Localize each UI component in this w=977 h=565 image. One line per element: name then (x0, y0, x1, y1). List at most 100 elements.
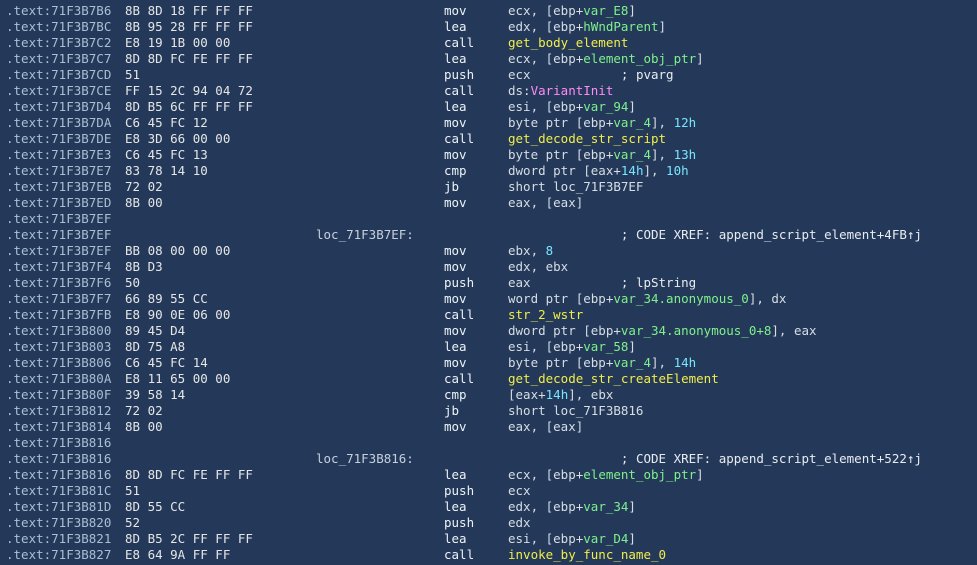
row-address[interactable]: .text:71F3B7CD (6, 67, 111, 83)
listing-row[interactable]: .text:71F3B7BC 8B 95 28 FF FF FF lea edx, [… (0, 19, 977, 35)
row-address[interactable]: .text:71F3B7EB (6, 179, 111, 195)
row-address[interactable]: .text:71F3B7E7 (6, 163, 111, 179)
listing-row[interactable]: .text:71F3B7F4 8B D3 mov edx, ebx (0, 259, 977, 275)
operand-text: [eax+ (508, 387, 546, 402)
local-variable[interactable]: var_E8 (583, 3, 628, 18)
row-address[interactable]: .text:71F3B7DA (6, 115, 111, 131)
row-address[interactable]: .text:71F3B81C (6, 483, 111, 499)
listing-row[interactable]: .text:71F3B7FB E8 90 0E 06 00 call str_2_ws… (0, 307, 977, 323)
row-address[interactable]: .text:71F3B816 (6, 467, 111, 483)
local-variable[interactable]: var_58 (583, 339, 628, 354)
listing-row[interactable]: .text:71F3B7CE FF 15 2C 94 04 72 call ds:Va… (0, 83, 977, 99)
row-address[interactable]: .text:71F3B7C7 (6, 51, 111, 67)
listing-row[interactable]: .text:71F3B806 C6 45 FC 14 mov byte ptr [eb… (0, 355, 977, 371)
import-name[interactable]: VariantInit (531, 83, 614, 98)
row-address[interactable]: .text:71F3B7B6 (6, 3, 111, 19)
row-address[interactable]: .text:71F3B816 (6, 435, 111, 451)
row-address[interactable]: .text:71F3B7D4 (6, 99, 111, 115)
listing-row[interactable]: .text:71F3B81D 8D 55 CC lea edx, [ebp+var_3… (0, 499, 977, 515)
row-address[interactable]: .text:71F3B821 (6, 531, 111, 547)
listing-row[interactable]: .text:71F3B820 52 push edx (0, 515, 977, 531)
local-variable[interactable]: var_94 (583, 99, 628, 114)
row-address[interactable]: .text:71F3B800 (6, 323, 111, 339)
listing-row[interactable]: .text:71F3B80F 39 58 14 cmp [eax+14h], ebx (0, 387, 977, 403)
listing-row[interactable]: .text:71F3B81C 51 push ecx (0, 483, 977, 499)
listing-row[interactable]: .text:71F3B7ED 8B 00 mov eax, [eax] (0, 195, 977, 211)
local-variable[interactable]: var_34.anonymous_0+8 (621, 323, 772, 338)
local-variable[interactable]: var_4 (613, 115, 651, 130)
listing-row[interactable]: .text:71F3B7F7 66 89 55 CC mov word ptr [eb… (0, 291, 977, 307)
function-name[interactable]: get_decode_str_createElement (508, 371, 719, 386)
row-label[interactable]: loc_71F3B816: (316, 451, 414, 467)
local-variable[interactable]: var_D4 (583, 531, 628, 546)
local-variable[interactable]: var_4 (613, 355, 651, 370)
listing-row[interactable]: .text:71F3B7B6 8B 8D 18 FF FF FF mov ecx, [… (0, 3, 977, 19)
row-address[interactable]: .text:71F3B812 (6, 403, 111, 419)
listing-row[interactable]: .text:71F3B7EF BB 08 00 00 00 mov ebx, 8 (0, 243, 977, 259)
listing-row[interactable]: .text:71F3B814 8B 00 mov eax, [eax] (0, 419, 977, 435)
operand-text: ecx, [ebp+ (508, 51, 584, 66)
function-name[interactable]: invoke_by_func_name_0 (508, 547, 666, 562)
listing-row[interactable]: .text:71F3B816 (0, 435, 977, 451)
row-mnemonic: jb (444, 179, 460, 194)
row-mnemonic: push (444, 515, 475, 530)
row-address[interactable]: .text:71F3B7F7 (6, 291, 111, 307)
row-address[interactable]: .text:71F3B816 (6, 451, 111, 467)
listing-row[interactable]: .text:71F3B7F6 50 push eax ; lpString (0, 275, 977, 291)
function-name[interactable]: str_2_wstr (508, 307, 583, 322)
row-address[interactable]: .text:71F3B7E3 (6, 147, 111, 163)
row-address[interactable]: .text:71F3B81D (6, 499, 111, 515)
row-address[interactable]: .text:71F3B7BC (6, 19, 111, 35)
listing-row[interactable]: .text:71F3B7EF (0, 211, 977, 227)
listing-row[interactable]: .text:71F3B7E3 C6 45 FC 13 mov byte ptr [eb… (0, 147, 977, 163)
listing-row[interactable]: .text:71F3B812 72 02 jb short loc_71F3B816 (0, 403, 977, 419)
row-address[interactable]: .text:71F3B827 (6, 547, 111, 563)
row-address[interactable]: .text:71F3B803 (6, 339, 111, 355)
row-address[interactable]: .text:71F3B7EF (6, 211, 111, 227)
row-address[interactable]: .text:71F3B7F6 (6, 275, 111, 291)
row-address[interactable]: .text:71F3B806 (6, 355, 111, 371)
listing-row[interactable]: .text:71F3B800 89 45 D4 mov dword ptr [ebp+… (0, 323, 977, 339)
row-address[interactable]: .text:71F3B7F4 (6, 259, 111, 275)
row-address[interactable]: .text:71F3B814 (6, 419, 111, 435)
listing-row[interactable]: .text:71F3B7DA C6 45 FC 12 mov byte ptr [eb… (0, 115, 977, 131)
row-opcode-bytes: 52 (125, 515, 141, 530)
local-variable[interactable]: element_obj_ptr (583, 467, 696, 482)
listing-row[interactable]: .text:71F3B7EF loc_71F3B7EF: ; CODE XREF:… (0, 227, 977, 243)
listing-row[interactable]: .text:71F3B7E7 83 78 14 10 cmp dword ptr [e… (0, 163, 977, 179)
listing-row[interactable]: .text:71F3B7D4 8D B5 6C FF FF FF lea esi, [… (0, 99, 977, 115)
row-label[interactable]: loc_71F3B7EF: (316, 227, 414, 243)
disassembly-listing[interactable]: .text:71F3B7B6 8B 8D 18 FF FF FF mov ecx, [… (0, 0, 977, 565)
listing-row[interactable]: .text:71F3B80A E8 11 65 00 00 call get_deco… (0, 371, 977, 387)
local-variable[interactable]: var_4 (613, 147, 651, 162)
row-address[interactable]: .text:71F3B7FB (6, 307, 111, 323)
function-name[interactable]: get_body_element (508, 35, 628, 50)
listing-row[interactable]: .text:71F3B7C7 8D 8D FC FE FF FF lea ecx, [… (0, 51, 977, 67)
local-variable[interactable]: var_34 (583, 499, 628, 514)
row-operands: ; CODE XREF: append_script_element+522↑j (508, 451, 922, 467)
listing-row[interactable]: .text:71F3B7CD 51 push ecx ; pvarg (0, 67, 977, 83)
row-address[interactable]: .text:71F3B7CE (6, 83, 111, 99)
row-address[interactable]: .text:71F3B820 (6, 515, 111, 531)
function-name[interactable]: get_decode_str_script (508, 131, 666, 146)
listing-row[interactable]: .text:71F3B7C2 E8 19 1B 00 00 call get_body… (0, 35, 977, 51)
listing-row[interactable]: .text:71F3B803 8D 75 A8 lea esi, [ebp+var_5… (0, 339, 977, 355)
local-variable[interactable]: element_obj_ptr (583, 51, 696, 66)
local-variable[interactable]: hWndParent (583, 19, 658, 34)
row-address[interactable]: .text:71F3B7EF (6, 227, 111, 243)
listing-row[interactable]: .text:71F3B7DE E8 3D 66 00 00 call get_deco… (0, 131, 977, 147)
listing-row[interactable]: .text:71F3B816 loc_71F3B816: ; CODE XREF:… (0, 451, 977, 467)
row-address[interactable]: .text:71F3B7C2 (6, 35, 111, 51)
listing-row[interactable]: .text:71F3B821 8D B5 2C FF FF FF lea esi, [… (0, 531, 977, 547)
listing-row[interactable]: .text:71F3B7EB 72 02 jb short loc_71F3B7EF (0, 179, 977, 195)
row-operands: eax, [eax] (508, 419, 583, 435)
listing-row[interactable]: .text:71F3B816 8D 8D FC FE FF FF lea ecx, [… (0, 467, 977, 483)
local-variable[interactable]: var_34.anonymous_0 (613, 291, 748, 306)
row-opcode-bytes: 8D 8D FC FE FF FF (125, 51, 253, 66)
row-address[interactable]: .text:71F3B80A (6, 371, 111, 387)
listing-row[interactable]: .text:71F3B827 E8 64 9A FF FF call invoke_b… (0, 547, 977, 563)
row-address[interactable]: .text:71F3B7DE (6, 131, 111, 147)
row-address[interactable]: .text:71F3B80F (6, 387, 111, 403)
row-address[interactable]: .text:71F3B7ED (6, 195, 111, 211)
row-address[interactable]: .text:71F3B7EF (6, 243, 111, 259)
